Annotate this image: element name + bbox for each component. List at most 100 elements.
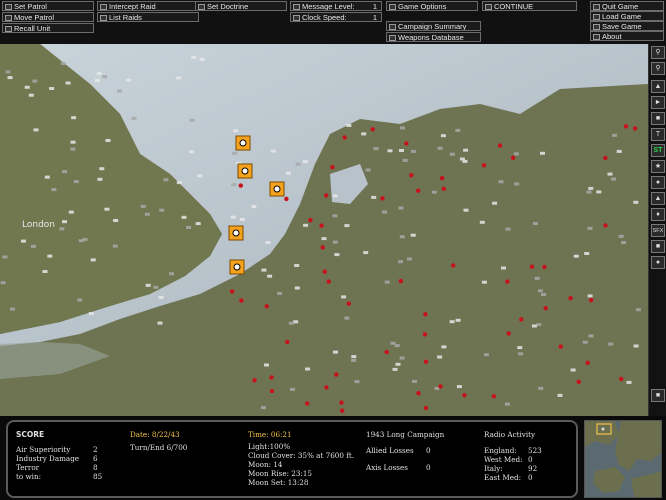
axis-unit-marker[interactable] xyxy=(519,317,524,322)
axis-unit-marker[interactable] xyxy=(320,245,325,250)
axis-unit-marker[interactable] xyxy=(319,223,324,228)
axis-unit-marker[interactable] xyxy=(326,279,331,284)
layer-button-9[interactable]: ● xyxy=(651,256,665,269)
layer-button-3[interactable]: ■ xyxy=(651,112,665,125)
axis-unit-marker[interactable] xyxy=(380,196,385,201)
toggle-t-label: T xyxy=(655,131,661,138)
axis-unit-marker[interactable] xyxy=(543,306,548,311)
axis-unit-marker[interactable] xyxy=(491,394,496,399)
ground-unit-marker xyxy=(540,151,545,155)
continue-button[interactable]: CONTINUE xyxy=(482,1,577,11)
axis-unit-marker[interactable] xyxy=(462,393,467,398)
axis-unit-marker[interactable] xyxy=(229,289,235,294)
axis-unit-marker[interactable] xyxy=(285,339,290,345)
axis-unit-marker[interactable] xyxy=(239,298,244,303)
recall-unit-button[interactable]: Recall Unit xyxy=(2,23,94,33)
save-game-button[interactable]: Save Game xyxy=(590,21,664,31)
layer-button-8[interactable]: ■ xyxy=(651,240,665,253)
axis-unit-marker[interactable] xyxy=(505,279,510,284)
axis-unit-marker[interactable] xyxy=(324,193,329,198)
axis-unit-marker[interactable] xyxy=(576,379,581,384)
axis-unit-marker[interactable] xyxy=(404,141,409,146)
axis-unit-marker[interactable] xyxy=(416,188,421,193)
axis-unit-marker[interactable] xyxy=(439,176,445,181)
axis-unit-marker[interactable] xyxy=(324,385,329,390)
set-doctrine-button[interactable]: Set Doctrine xyxy=(195,1,287,11)
axis-unit-marker[interactable] xyxy=(585,360,590,365)
strategic-map[interactable]: London xyxy=(0,44,648,416)
axis-unit-marker[interactable] xyxy=(558,344,563,349)
zoom-out-icon[interactable]: ⚲ xyxy=(651,62,665,75)
axis-unit-marker[interactable] xyxy=(510,155,516,160)
layer-button-10[interactable]: ■ xyxy=(651,389,665,402)
axis-unit-marker[interactable] xyxy=(497,143,503,148)
axis-unit-marker[interactable] xyxy=(441,186,446,191)
axis-unit-marker[interactable] xyxy=(305,401,310,406)
move-patrol-button[interactable]: Move Patrol xyxy=(2,12,94,22)
axis-unit-marker[interactable] xyxy=(269,388,275,394)
axis-unit-marker[interactable] xyxy=(506,331,511,336)
toggle-st-button[interactable]: ST xyxy=(651,144,665,157)
set-patrol-button[interactable]: Set Patrol xyxy=(2,1,94,11)
axis-unit-marker[interactable] xyxy=(589,298,594,303)
axis-unit-marker[interactable] xyxy=(269,375,274,380)
axis-unit-marker[interactable] xyxy=(416,391,421,396)
toggle-t-button[interactable]: T xyxy=(651,128,665,141)
axis-unit-marker[interactable] xyxy=(238,183,243,188)
intercept-raid-button[interactable]: Intercept Raid xyxy=(97,1,199,11)
axis-unit-marker[interactable] xyxy=(481,163,487,168)
axis-unit-marker[interactable] xyxy=(619,376,624,382)
ground-unit-marker xyxy=(140,204,146,208)
toggle-sfx-button[interactable]: SFX xyxy=(651,224,665,237)
weapons-database-button[interactable]: Weapons Database xyxy=(386,32,481,42)
axis-unit-marker[interactable] xyxy=(339,400,344,405)
axis-unit-marker[interactable] xyxy=(529,264,535,269)
quit-game-button[interactable]: Quit Game xyxy=(590,1,664,11)
campaign-summary-button[interactable]: Campaign Summary xyxy=(386,21,481,31)
axis-unit-marker[interactable] xyxy=(603,223,608,228)
axis-unit-marker[interactable] xyxy=(632,126,638,131)
axis-unit-marker[interactable] xyxy=(384,349,389,355)
layer-button-1[interactable]: ▲ xyxy=(651,80,665,93)
layer-button-7[interactable]: ♦ xyxy=(651,208,665,221)
axis-unit-marker[interactable] xyxy=(603,155,608,161)
list-raids-button[interactable]: List Raids xyxy=(97,12,199,22)
message-level-button[interactable]: Message Level: 1 xyxy=(290,1,382,11)
axis-unit-marker[interactable] xyxy=(370,127,375,132)
axis-unit-marker[interactable] xyxy=(623,124,629,129)
axis-unit-marker[interactable] xyxy=(451,263,456,268)
about-button[interactable]: About xyxy=(590,31,664,41)
clock-speed-button[interactable]: Clock Speed: 1 xyxy=(290,12,382,22)
axis-unit-marker[interactable] xyxy=(422,332,428,337)
layer-button-5[interactable]: ● xyxy=(651,176,665,189)
game-options-button[interactable]: Game Options xyxy=(386,1,478,11)
axis-unit-marker[interactable] xyxy=(342,135,347,140)
axis-unit-marker[interactable] xyxy=(398,278,404,284)
axis-unit-marker[interactable] xyxy=(330,165,335,170)
ground-unit-marker xyxy=(584,252,590,255)
axis-unit-marker[interactable] xyxy=(423,359,429,364)
axis-unit-marker[interactable] xyxy=(340,408,345,413)
layer-button-4[interactable]: ★ xyxy=(651,160,665,173)
load-game-button[interactable]: Load Game xyxy=(590,11,664,21)
axis-unit-marker[interactable] xyxy=(264,304,269,309)
axis-unit-marker[interactable] xyxy=(346,301,351,306)
ground-unit-marker xyxy=(65,81,71,85)
axis-unit-marker[interactable] xyxy=(252,378,257,383)
axis-unit-marker[interactable] xyxy=(423,405,429,411)
axis-unit-marker[interactable] xyxy=(542,264,547,270)
axis-unit-marker[interactable] xyxy=(284,196,289,202)
axis-unit-marker[interactable] xyxy=(423,312,428,317)
axis-unit-marker[interactable] xyxy=(334,372,339,377)
save-game-label: Save Game xyxy=(602,22,642,31)
layer-button-2[interactable]: ► xyxy=(651,96,665,109)
axis-unit-marker[interactable] xyxy=(308,218,313,223)
axis-unit-marker[interactable] xyxy=(568,296,573,301)
axis-unit-marker[interactable] xyxy=(409,173,414,178)
layer-button-6[interactable]: ▲ xyxy=(651,192,665,205)
minimap[interactable] xyxy=(584,420,662,498)
axis-unit-marker[interactable] xyxy=(322,269,327,274)
zoom-in-icon[interactable]: ⚲ xyxy=(651,46,665,59)
message-level-label: Message Level: xyxy=(302,2,355,11)
axis-unit-marker[interactable] xyxy=(438,384,443,389)
